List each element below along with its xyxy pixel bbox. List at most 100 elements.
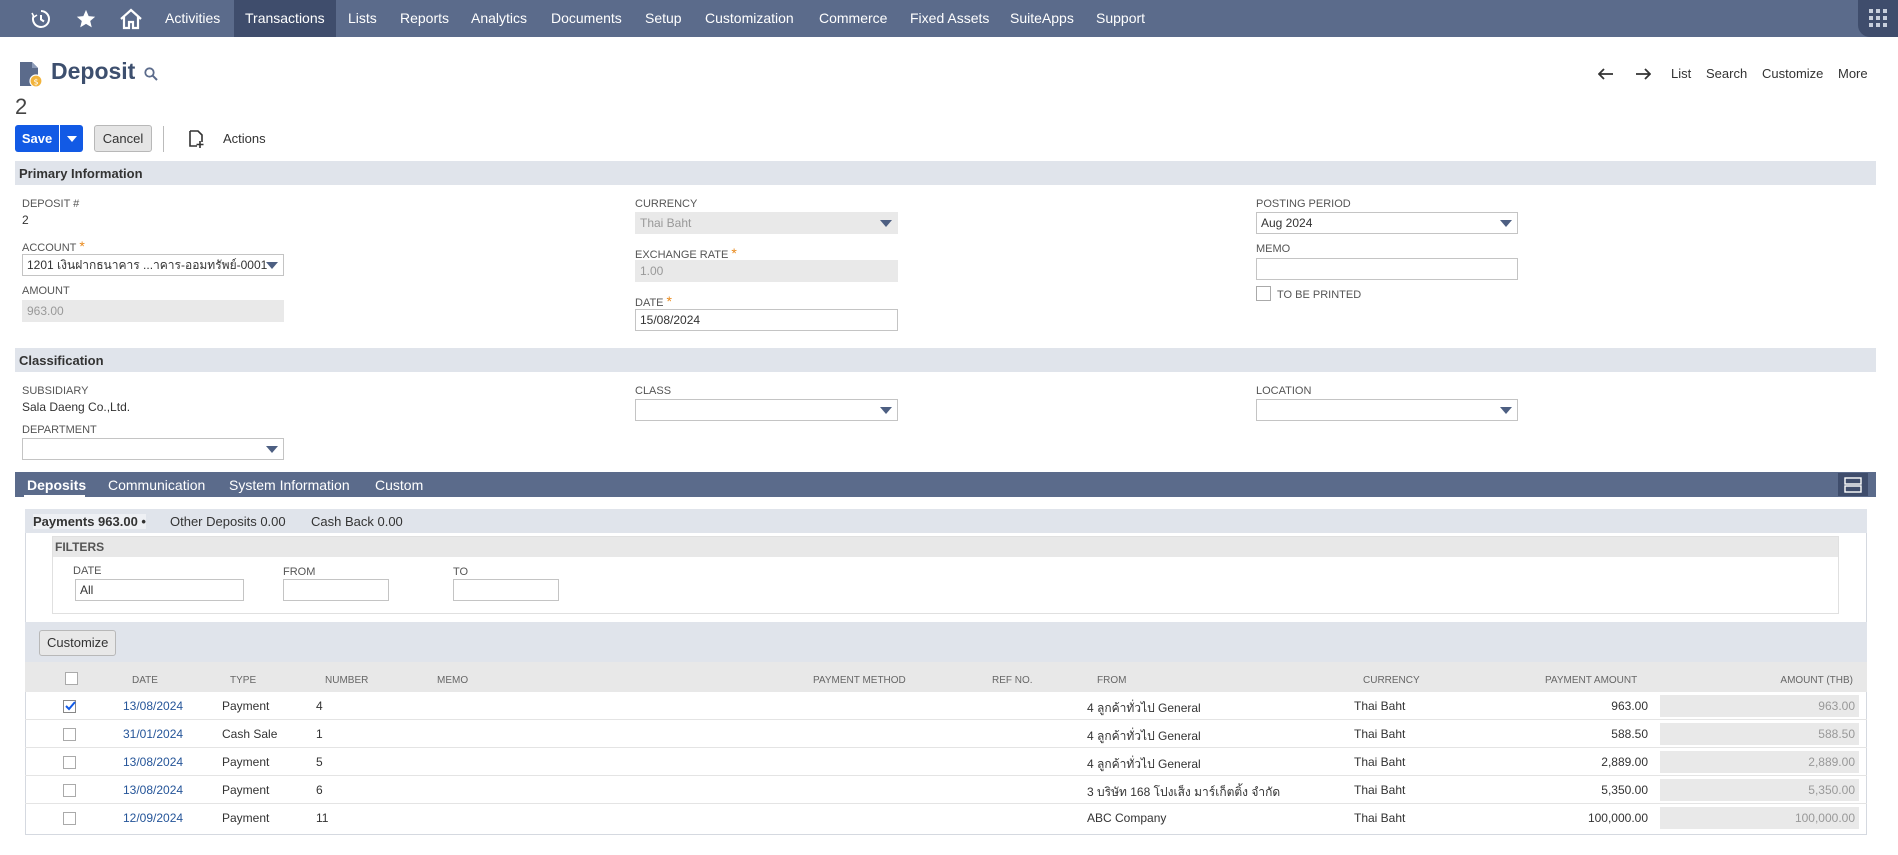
- home-icon[interactable]: [113, 4, 149, 33]
- column-header-from[interactable]: FROM: [1097, 675, 1126, 686]
- memo-label: MEMO: [1256, 243, 1291, 255]
- nav-suiteapps[interactable]: SuiteApps: [999, 0, 1085, 37]
- row-checkbox[interactable]: [63, 728, 76, 741]
- table-row[interactable]: 12/09/2024 Payment 11 ABC Company Thai B…: [25, 804, 1867, 832]
- nav-transactions[interactable]: Transactions: [234, 0, 336, 37]
- row-date-link[interactable]: 13/08/2024: [123, 783, 183, 797]
- required-asterisk: *: [666, 293, 672, 309]
- list-link[interactable]: List: [1671, 66, 1691, 81]
- column-header-number[interactable]: NUMBER: [325, 675, 368, 686]
- list-customize-bar: Customize: [25, 622, 1867, 662]
- nav-activities[interactable]: Activities: [154, 0, 231, 37]
- table-row[interactable]: 31/01/2024 Cash Sale 1 4 ลูกค้าทั่วไป Ge…: [25, 720, 1867, 748]
- section-title: Primary Information: [19, 166, 143, 181]
- recent-history-icon[interactable]: [23, 4, 59, 33]
- to-be-printed-checkbox[interactable]: [1256, 286, 1271, 301]
- checkmark-icon: [65, 701, 76, 711]
- nav-commerce[interactable]: Commerce: [808, 0, 898, 37]
- classification-header[interactable]: Classification: [15, 348, 1876, 372]
- nav-customization[interactable]: Customization: [694, 0, 805, 37]
- column-header-currency[interactable]: CURRENCY: [1363, 675, 1420, 686]
- grid-icon: [1869, 9, 1887, 27]
- row-date-link[interactable]: 31/01/2024: [123, 727, 183, 741]
- top-navigation-bar: Activities Transactions Lists Reports An…: [0, 0, 1898, 37]
- previous-record-arrow-icon[interactable]: [1598, 68, 1614, 80]
- tab-deposits[interactable]: Deposits: [27, 477, 86, 493]
- section-title: Classification: [19, 353, 104, 368]
- select-all-checkbox[interactable]: [65, 672, 78, 685]
- class-select[interactable]: [635, 399, 898, 421]
- active-tab-indicator: [24, 495, 85, 498]
- row-checkbox[interactable]: [63, 812, 76, 825]
- filter-date-input[interactable]: All: [75, 579, 244, 601]
- search-link[interactable]: Search: [1706, 66, 1747, 81]
- cancel-button[interactable]: Cancel: [94, 125, 152, 152]
- table-row[interactable]: 13/08/2024 Payment 4 4 ลูกค้าทั่วไป Gene…: [25, 692, 1867, 720]
- row-currency: Thai Baht: [1354, 699, 1406, 713]
- table-row[interactable]: 13/08/2024 Payment 5 4 ลูกค้าทั่วไป Gene…: [25, 748, 1867, 776]
- favorites-star-icon[interactable]: [68, 4, 104, 33]
- department-label: DEPARTMENT: [22, 424, 97, 436]
- customize-link[interactable]: Customize: [1762, 66, 1823, 81]
- row-date-link[interactable]: 13/08/2024: [123, 699, 183, 713]
- actions-menu[interactable]: Actions: [223, 131, 266, 146]
- save-options-dropdown[interactable]: [60, 125, 83, 152]
- location-label: LOCATION: [1256, 385, 1312, 397]
- row-amount-thb-field: 588.50: [1660, 723, 1859, 745]
- nav-support[interactable]: Support: [1085, 0, 1156, 37]
- memo-input[interactable]: [1256, 258, 1518, 280]
- primary-information-header[interactable]: Primary Information: [15, 161, 1876, 185]
- row-payment-amount: 963.00: [1611, 699, 1648, 713]
- column-header-date[interactable]: DATE: [132, 675, 158, 686]
- nav-reports[interactable]: Reports: [389, 0, 460, 37]
- column-header-type[interactable]: TYPE: [230, 675, 256, 686]
- subtab-cash-back[interactable]: Cash Back 0.00: [311, 514, 403, 529]
- column-header-amount-thb[interactable]: AMOUNT (THB): [1780, 675, 1853, 686]
- department-select[interactable]: [22, 438, 284, 460]
- nav-lists[interactable]: Lists: [337, 0, 388, 37]
- filter-from-input[interactable]: [283, 579, 389, 601]
- tab-custom[interactable]: Custom: [375, 477, 423, 493]
- column-header-memo[interactable]: MEMO: [437, 675, 468, 686]
- save-button[interactable]: Save: [15, 125, 59, 152]
- row-currency: Thai Baht: [1354, 755, 1406, 769]
- required-asterisk: *: [731, 245, 737, 261]
- account-label: ACCOUNT *: [22, 238, 85, 254]
- customize-list-button[interactable]: Customize: [39, 630, 117, 656]
- column-header-payment-amount[interactable]: PAYMENT AMOUNT: [1545, 675, 1637, 686]
- column-header-ref-no[interactable]: REF NO.: [992, 675, 1033, 686]
- more-link[interactable]: More: [1838, 66, 1868, 81]
- account-select[interactable]: 1201 เงินฝากธนาคาร ...าคาร-ออมทรัพย์-000…: [22, 254, 284, 276]
- location-select[interactable]: [1256, 399, 1518, 421]
- view-toggle-button[interactable]: [1838, 473, 1868, 496]
- filter-to-input[interactable]: [453, 579, 559, 601]
- next-record-arrow-icon[interactable]: [1635, 68, 1651, 80]
- row-currency: Thai Baht: [1354, 811, 1406, 825]
- deposits-subtab-bar: Payments 963.00 • Other Deposits 0.00 Ca…: [25, 509, 1867, 533]
- row-checkbox[interactable]: [63, 756, 76, 769]
- tab-system-information[interactable]: System Information: [229, 477, 350, 493]
- actions-icon[interactable]: [187, 129, 207, 149]
- app-launcher-button[interactable]: [1858, 0, 1898, 37]
- filters-header[interactable]: FILTERS: [53, 537, 1838, 557]
- row-from: 4 ลูกค้าทั่วไป General: [1087, 729, 1201, 743]
- subtab-other-deposits[interactable]: Other Deposits 0.00: [170, 514, 286, 529]
- row-date-link[interactable]: 12/09/2024: [123, 811, 183, 825]
- nav-analytics[interactable]: Analytics: [460, 0, 538, 37]
- to-be-printed-label: TO BE PRINTED: [1277, 289, 1362, 301]
- row-from: 4 ลูกค้าทั่วไป General: [1087, 701, 1201, 715]
- row-checkbox[interactable]: [63, 784, 76, 797]
- nav-fixed-assets[interactable]: Fixed Assets: [899, 0, 1000, 37]
- row-checkbox[interactable]: [63, 700, 76, 713]
- posting-period-select[interactable]: Aug 2024: [1256, 212, 1518, 234]
- subtab-payments[interactable]: Payments 963.00 •: [33, 514, 146, 529]
- tab-communication[interactable]: Communication: [108, 477, 205, 493]
- nav-documents[interactable]: Documents: [540, 0, 633, 37]
- column-header-payment-method[interactable]: PAYMENT METHOD: [813, 675, 906, 686]
- row-date-link[interactable]: 13/08/2024: [123, 755, 183, 769]
- search-icon[interactable]: [144, 67, 158, 81]
- date-input[interactable]: 15/08/2024: [635, 309, 898, 331]
- nav-setup[interactable]: Setup: [634, 0, 693, 37]
- deposit-number-value: 2: [22, 213, 29, 227]
- table-row[interactable]: 13/08/2024 Payment 6 3 บริษัท 168 โปงเส็…: [25, 776, 1867, 804]
